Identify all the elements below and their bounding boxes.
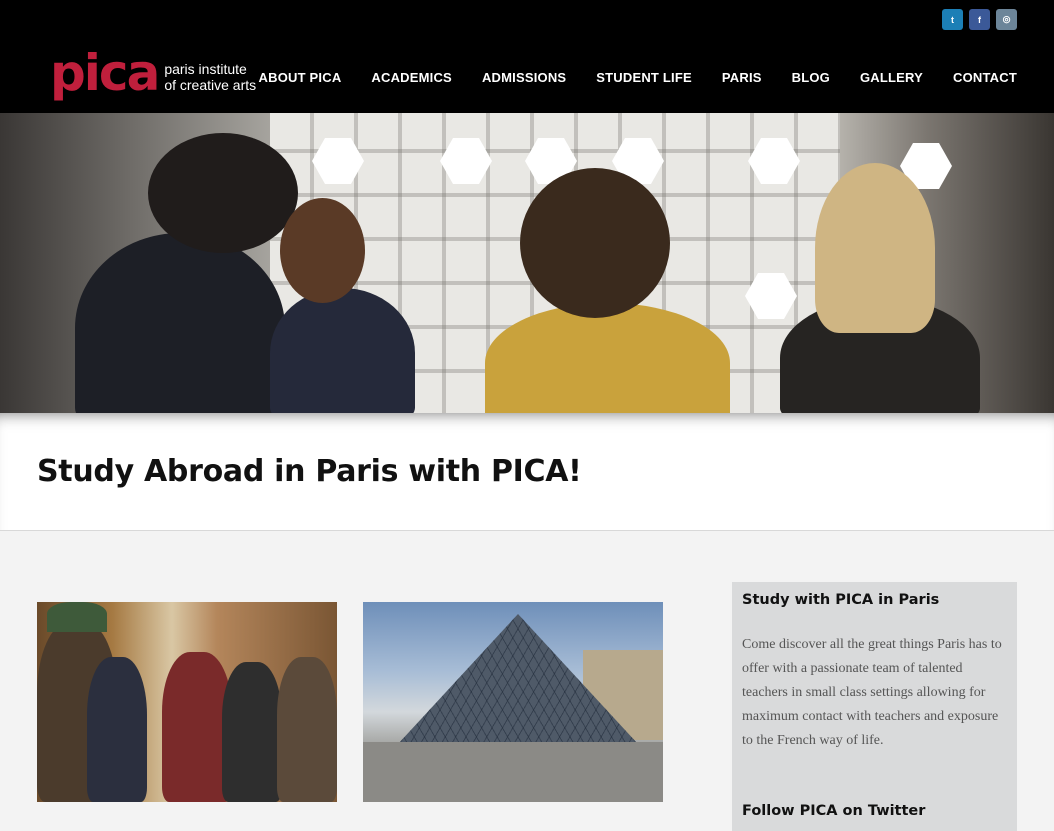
photo-person xyxy=(222,662,282,802)
photo-person xyxy=(87,657,147,802)
nav-paris[interactable]: PARIS xyxy=(722,70,762,85)
sidebar-widget: Study with PICA in Paris Come discover a… xyxy=(732,582,1017,831)
nav-gallery[interactable]: GALLERY xyxy=(860,70,923,85)
hero-person xyxy=(485,303,730,413)
photo-person xyxy=(277,657,337,802)
nav-student-life[interactable]: STUDENT LIFE xyxy=(596,70,692,85)
main-nav: ABOUT PICA ACADEMICS ADMISSIONS STUDENT … xyxy=(259,70,1017,85)
facebook-icon[interactable]: f xyxy=(969,9,990,30)
photo-cap xyxy=(47,602,107,632)
nav-academics[interactable]: ACADEMICS xyxy=(371,70,452,85)
sidebar-title: Study with PICA in Paris xyxy=(742,592,940,608)
hero-image xyxy=(0,113,1054,413)
hero-person xyxy=(270,288,415,413)
nav-about-pica[interactable]: ABOUT PICA xyxy=(259,70,342,85)
hero-person-head xyxy=(280,198,365,303)
photo-ground xyxy=(363,742,663,802)
logo-mark: pica xyxy=(50,44,160,102)
sidebar-twitter-title: Follow PICA on Twitter xyxy=(742,803,926,819)
instagram-icon[interactable]: ◎ xyxy=(996,9,1017,30)
site-header: t f ◎ pica paris institute of creative a… xyxy=(0,0,1054,113)
page-title: Study Abroad in Paris with PICA! xyxy=(37,454,582,489)
hero-person-head xyxy=(815,163,935,333)
nav-admissions[interactable]: ADMISSIONS xyxy=(482,70,566,85)
site-logo[interactable]: pica paris institute of creative arts xyxy=(50,44,256,102)
hero-person-head xyxy=(148,133,298,253)
hero-person xyxy=(75,233,285,413)
hero-person-head xyxy=(520,168,670,318)
nav-contact[interactable]: CONTACT xyxy=(953,70,1017,85)
logo-tagline-line2: of creative arts xyxy=(164,77,257,93)
louvre-pyramid-photo[interactable] xyxy=(363,602,663,802)
twitter-icon[interactable]: t xyxy=(942,9,963,30)
nav-blog[interactable]: BLOG xyxy=(792,70,830,85)
logo-tagline-line1: paris institute xyxy=(164,61,247,77)
students-museum-photo[interactable] xyxy=(37,602,337,802)
sidebar-text: Come discover all the great things Paris… xyxy=(742,637,1002,748)
logo-tagline: paris institute of creative arts xyxy=(164,61,256,93)
social-links: t f ◎ xyxy=(942,9,1017,30)
